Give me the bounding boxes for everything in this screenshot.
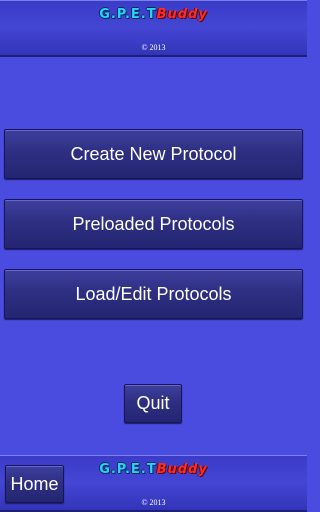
create-new-protocol-button[interactable]: Create New Protocol [4, 129, 303, 179]
footer-logo-sub-text: Buddy [156, 462, 208, 477]
logo-main-text: G.P.E.T [99, 7, 157, 22]
logo-sub-text: Buddy [156, 7, 208, 22]
copyright-text: © 2013 [141, 43, 166, 52]
footer-banner: G.P.E.TBuddy © 2013 Home [0, 455, 307, 512]
preloaded-protocols-button[interactable]: Preloaded Protocols [4, 199, 303, 249]
load-edit-protocols-button[interactable]: Load/Edit Protocols [4, 269, 303, 319]
header-banner: G.P.E.TBuddy © 2013 [0, 0, 307, 57]
footer-logo-main-text: G.P.E.T [99, 462, 157, 477]
app-logo: G.P.E.TBuddy [0, 7, 307, 22]
home-button[interactable]: Home [5, 465, 64, 503]
quit-button[interactable]: Quit [124, 384, 182, 423]
